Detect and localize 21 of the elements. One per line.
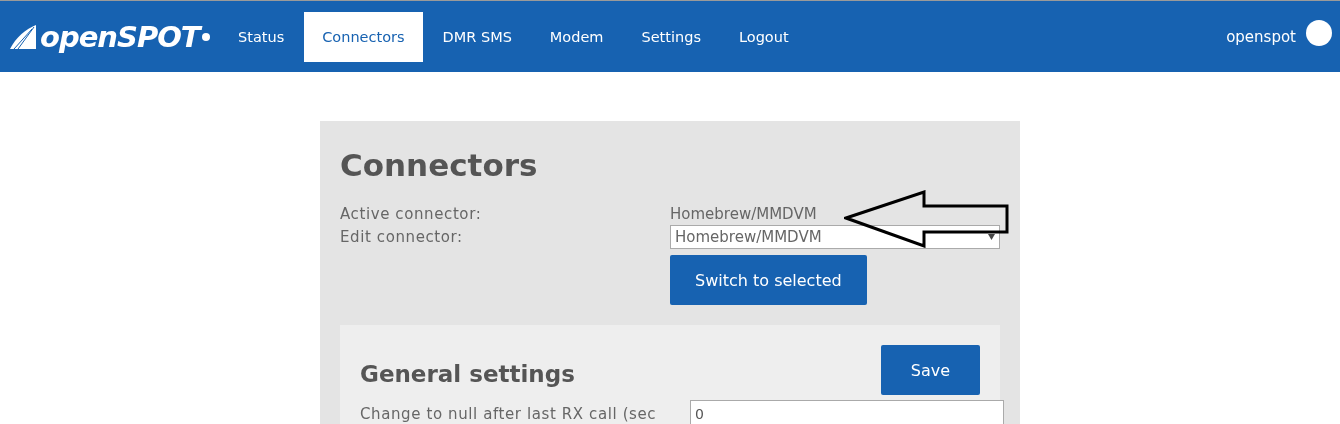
save-button[interactable]: Save <box>880 345 980 395</box>
field-label: Active connector: <box>340 205 483 223</box>
section-title: General settings <box>360 361 575 387</box>
input-field[interactable]: 0 <box>690 400 1004 424</box>
switch-button[interactable]: Switch to selected <box>670 255 867 305</box>
nav-tab[interactable]: Connectors <box>304 11 423 62</box>
nav-tab[interactable]: Logout <box>720 11 807 62</box>
connector-select[interactable]: Homebrew/MMDVM <box>670 225 1000 249</box>
status-dot-icon <box>1306 19 1332 46</box>
nav-tab[interactable]: Status <box>220 11 303 62</box>
nav-tab[interactable]: DMR SMS <box>424 11 530 62</box>
nav-tab[interactable]: Settings <box>623 11 719 62</box>
sail-logo-icon <box>10 24 38 49</box>
user-name[interactable]: openspot <box>1226 27 1296 46</box>
nav-tab[interactable]: Modem <box>531 11 622 62</box>
active-connector-value: Homebrew/MMDVM <box>670 205 818 223</box>
field-label: Change to null after last RX call (sec <box>360 405 658 423</box>
caret-icon <box>988 234 995 240</box>
dot-icon <box>201 32 210 41</box>
field-label: Edit connector: <box>340 228 464 246</box>
page-title: Connectors <box>340 147 539 183</box>
